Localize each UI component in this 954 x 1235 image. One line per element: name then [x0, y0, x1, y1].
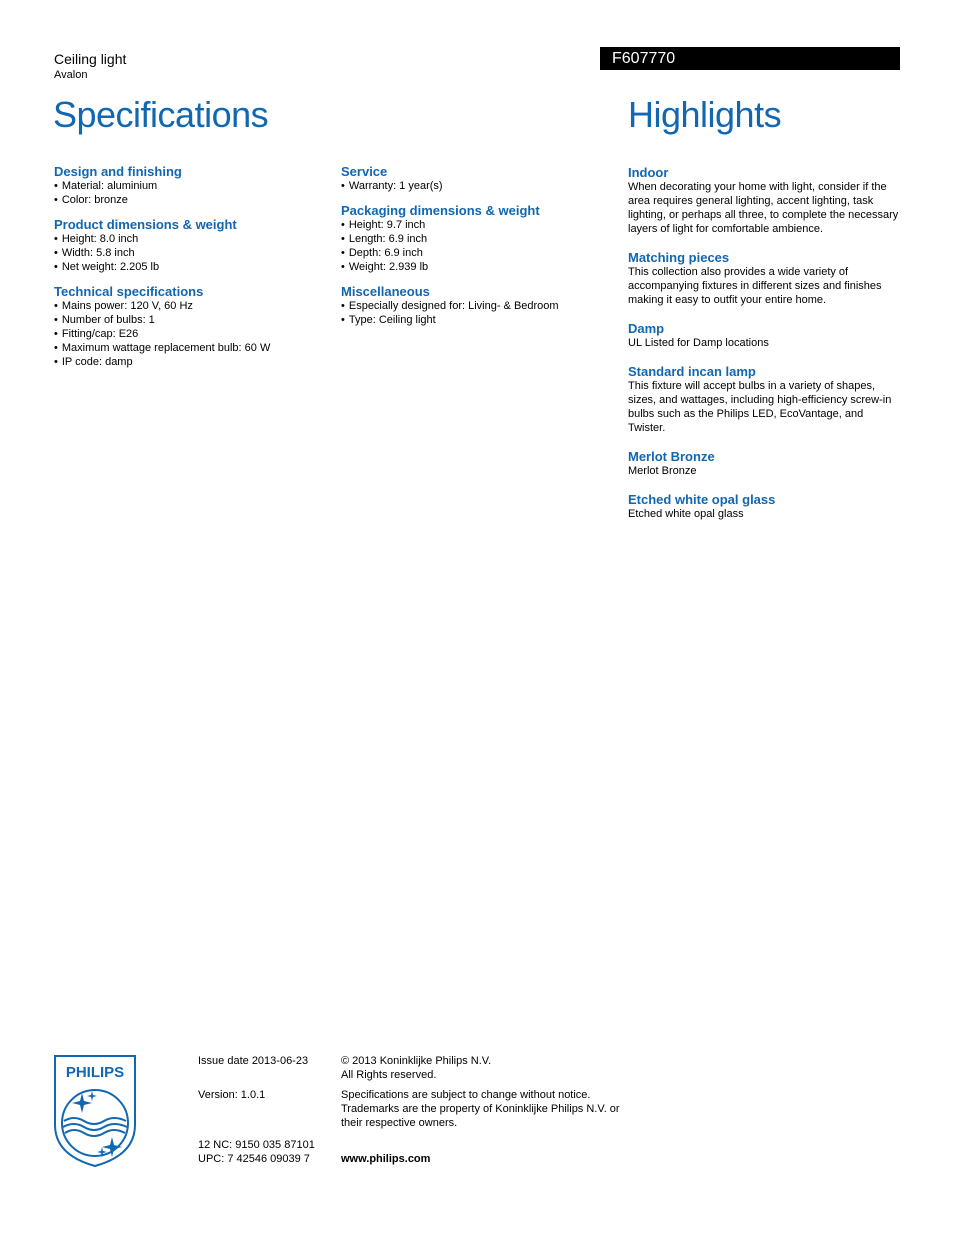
spec-item: Especially designed for: Living- & Bedro… [341, 299, 621, 313]
highlight-title: Indoor [628, 165, 669, 180]
product-type: Ceiling light [54, 51, 127, 67]
spec-section: MiscellaneousEspecially designed for: Li… [341, 284, 621, 327]
highlight-text: Etched white opal glass [628, 508, 744, 520]
highlight-text: UL Listed for Damp locations [628, 337, 769, 349]
highlight: Merlot Bronze Merlot Bronze [628, 449, 903, 478]
highlight-text: This collection also provides a wide var… [628, 266, 882, 306]
spec-section: Design and finishingMaterial: aluminiumC… [54, 164, 334, 207]
spec-section-title: Packaging dimensions & weight [341, 203, 540, 218]
spec-section-title: Miscellaneous [341, 284, 430, 299]
spec-item: Height: 8.0 inch [54, 232, 334, 246]
specs-column-1: Design and finishingMaterial: aluminiumC… [54, 164, 334, 379]
spec-list: Mains power: 120 V, 60 HzNumber of bulbs… [54, 299, 334, 369]
highlight: Indoor When decorating your home with lig… [628, 165, 903, 236]
website-link[interactable]: www.philips.com [341, 1152, 430, 1166]
highlight: Etched white opal glass Etched white opal… [628, 492, 903, 521]
product-code-bar: F607770 [600, 47, 900, 70]
philips-logo-icon: PHILIPS [54, 1055, 136, 1167]
highlight-title: Standard incan lamp [628, 364, 756, 379]
spec-item: Depth: 6.9 inch [341, 246, 621, 260]
spec-section: Product dimensions & weightHeight: 8.0 i… [54, 217, 334, 274]
spec-item: Mains power: 120 V, 60 Hz [54, 299, 334, 313]
highlight: Standard incan lamp This fixture will acc… [628, 364, 903, 435]
spec-item: Weight: 2.939 lb [341, 260, 621, 274]
highlight-text: Merlot Bronze [628, 465, 697, 477]
specs-column-2: ServiceWarranty: 1 year(s) Packaging dime… [341, 164, 621, 337]
product-family: Avalon [54, 69, 88, 81]
upc-code: UPC: 7 42546 09039 7 [198, 1153, 310, 1165]
spec-section-title: Technical specifications [54, 284, 204, 299]
spec-item: IP code: damp [54, 355, 334, 369]
spec-list: Height: 8.0 inchWidth: 5.8 inchNet weigh… [54, 232, 334, 274]
spec-item: Width: 5.8 inch [54, 246, 334, 260]
spec-item: Warranty: 1 year(s) [341, 179, 621, 193]
spec-list: Warranty: 1 year(s) [341, 179, 621, 193]
spec-section: ServiceWarranty: 1 year(s) [341, 164, 621, 193]
spec-item: Material: aluminium [54, 179, 334, 193]
spec-item: Height: 9.7 inch [341, 218, 621, 232]
spec-item: Type: Ceiling light [341, 313, 621, 327]
spec-item: Number of bulbs: 1 [54, 313, 334, 327]
version: Version: 1.0.1 [198, 1089, 266, 1101]
spec-item: Color: bronze [54, 193, 334, 207]
highlight: Matching pieces This collection also prov… [628, 250, 903, 307]
spec-item: Fitting/cap: E26 [54, 327, 334, 341]
spec-section: Packaging dimensions & weightHeight: 9.7… [341, 203, 621, 274]
highlights-column: Indoor When decorating your home with lig… [628, 165, 903, 535]
highlight-title: Matching pieces [628, 250, 730, 265]
highlights-title: Highlights [628, 94, 782, 135]
spec-item: Length: 6.9 inch [341, 232, 621, 246]
highlight: Damp UL Listed for Damp locations [628, 321, 903, 350]
highlight-title: Damp [628, 321, 665, 336]
spec-section-title: Service [341, 164, 388, 179]
spec-section-title: Design and finishing [54, 164, 182, 179]
specifications-title: Specifications [53, 94, 269, 135]
spec-item: Maximum wattage replacement bulb: 60 W [54, 341, 334, 355]
nc-code: 12 NC: 9150 035 87101 [198, 1139, 315, 1151]
logo-wordmark: PHILIPS [66, 1064, 124, 1081]
spec-section-title: Product dimensions & weight [54, 217, 237, 232]
spec-list: Height: 9.7 inchLength: 6.9 inchDepth: 6… [341, 218, 621, 274]
spec-list: Especially designed for: Living- & Bedro… [341, 299, 621, 327]
highlight-title: Merlot Bronze [628, 449, 715, 464]
spec-item: Net weight: 2.205 lb [54, 260, 334, 274]
highlight-title: Etched white opal glass [628, 492, 776, 507]
issue-date: Issue date 2013-06-23 [198, 1055, 309, 1067]
spec-list: Material: aluminiumColor: bronze [54, 179, 334, 207]
highlight-text: This fixture will accept bulbs in a vari… [628, 380, 892, 434]
spec-section: Technical specificationsMains power: 120… [54, 284, 334, 369]
rights: All Rights reserved. [341, 1069, 437, 1081]
copyright: © 2013 Koninklijke Philips N.V. [341, 1055, 492, 1067]
highlight-text: When decorating your home with light, co… [628, 181, 899, 235]
disclaimer: Specifications are subject to change wit… [341, 1089, 620, 1129]
